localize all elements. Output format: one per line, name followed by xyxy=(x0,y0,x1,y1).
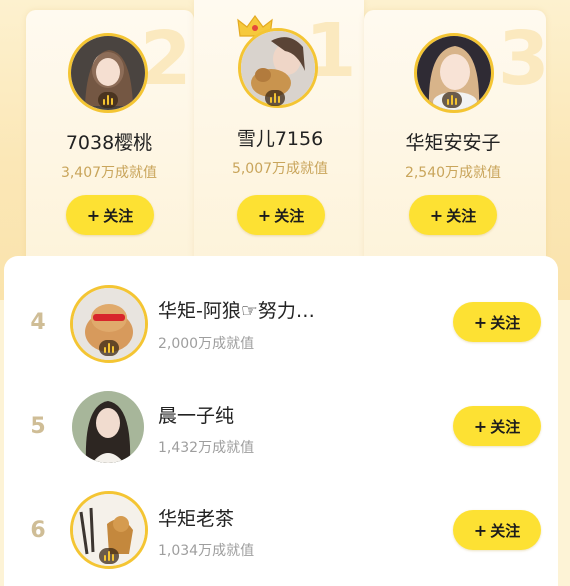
follow-label: 关注 xyxy=(490,417,521,436)
follow-label: 关注 xyxy=(274,206,305,225)
avatar-rank-5[interactable] xyxy=(72,391,144,463)
podium-name-rank-3: 华矩安安子 xyxy=(405,132,501,154)
plus-icon: + xyxy=(473,520,488,540)
follow-button-rank-1[interactable]: + 关注 xyxy=(237,195,325,235)
plus-icon: + xyxy=(473,416,488,436)
list-item-name: 华矩老茶 xyxy=(158,508,235,530)
podium-name-rank-1: 雪儿7156 xyxy=(236,128,324,150)
rank-number: 5 xyxy=(30,414,46,439)
list-item-value: 1,034万成就值 xyxy=(158,543,255,559)
follow-label: 关注 xyxy=(490,313,521,332)
audio-badge-icon xyxy=(265,90,285,106)
follow-button-rank-6[interactable]: + 关注 xyxy=(453,510,541,550)
follow-label: 关注 xyxy=(103,206,134,225)
audio-badge-icon xyxy=(442,92,462,108)
plus-icon: + xyxy=(473,312,488,332)
follow-button-rank-2[interactable]: + 关注 xyxy=(66,195,154,235)
follow-label: 关注 xyxy=(490,521,521,540)
list-item-value: 2,000万成就值 xyxy=(158,336,255,352)
audio-badge-icon xyxy=(99,340,119,356)
podium-name-rank-2: 7038樱桃 xyxy=(65,132,153,154)
rank-number: 6 xyxy=(30,518,46,543)
audio-badge-icon xyxy=(98,92,118,108)
podium-value-rank-2: 3,407万成就值 xyxy=(60,165,158,181)
plus-icon: + xyxy=(86,205,101,225)
follow-label: 关注 xyxy=(446,206,477,225)
audio-badge-icon xyxy=(99,548,119,564)
podium-rank-2-number: 2 xyxy=(140,16,192,102)
podium-value-rank-1: 5,007万成就值 xyxy=(231,161,329,177)
follow-button-rank-4[interactable]: + 关注 xyxy=(453,302,541,342)
plus-icon: + xyxy=(429,205,444,225)
podium-rank-3-number: 3 xyxy=(498,16,550,102)
follow-button-rank-5[interactable]: + 关注 xyxy=(453,406,541,446)
plus-icon: + xyxy=(257,205,272,225)
rank-number: 4 xyxy=(30,310,46,335)
podium-value-rank-3: 2,540万成就值 xyxy=(404,165,502,181)
list-item-name: 晨一子纯 xyxy=(158,405,235,427)
follow-button-rank-3[interactable]: + 关注 xyxy=(409,195,497,235)
list-item-value: 1,432万成就值 xyxy=(158,440,255,456)
list-item-name: 华矩-阿狼☞努力… xyxy=(158,300,315,322)
